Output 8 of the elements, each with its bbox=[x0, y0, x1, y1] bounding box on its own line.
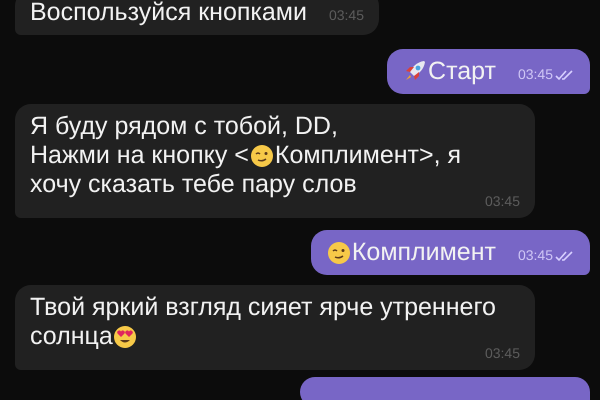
message-time: 03:45 bbox=[518, 246, 553, 265]
message-text: Комплимент bbox=[326, 238, 496, 267]
message-time: 03:45 bbox=[484, 192, 520, 211]
message-text: Старт bbox=[402, 57, 496, 86]
message-time: 03:45 bbox=[328, 6, 364, 25]
message-time: 03:45 bbox=[518, 65, 553, 84]
message-text: Воспользуйся кнопками bbox=[30, 0, 307, 27]
message-text: Я буду рядом с тобой, DD, Нажми на кнопку < Комплимент>, я хочу сказать тебе пару слов bbox=[30, 112, 462, 199]
